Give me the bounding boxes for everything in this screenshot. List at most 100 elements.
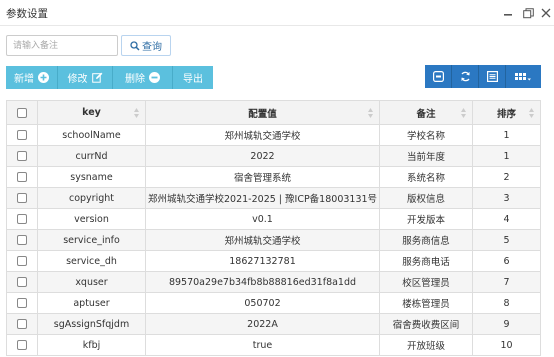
column-header-key[interactable]: key (37, 100, 146, 125)
row-checkbox[interactable] (17, 340, 27, 350)
table-row[interactable]: service_dh 18627132781 服务商电话 6 (6, 250, 541, 272)
cell-key: service_dh (37, 250, 146, 272)
edit-icon (91, 72, 103, 83)
row-select-cell (6, 250, 38, 272)
cell-sort: 1 (472, 145, 541, 167)
column-header-remark[interactable]: 备注 (379, 100, 473, 125)
sort-icon (134, 108, 139, 118)
table-toolbar (425, 65, 541, 88)
export-button-label: 导出 (183, 74, 203, 85)
select-all-cell (6, 100, 38, 125)
select-all-checkbox[interactable] (17, 107, 27, 118)
cell-value: 2022 (145, 145, 380, 167)
row-checkbox[interactable] (17, 235, 27, 245)
cell-sort: 2 (472, 166, 541, 188)
row-select-cell (6, 229, 38, 251)
row-checkbox[interactable] (17, 214, 27, 224)
cell-sort: 10 (472, 334, 541, 356)
add-button-label: 新增 (14, 74, 34, 85)
list-view-icon (486, 71, 498, 82)
row-checkbox[interactable] (17, 193, 27, 203)
row-select-cell (6, 166, 38, 188)
cell-value: 89570a29e7b34fb8b88816ed31f8a1dd (145, 271, 380, 293)
maximize-icon[interactable] (519, 3, 537, 23)
table-row[interactable]: schoolName 郑州城轨交通学校 学校名称 1 (6, 124, 541, 146)
cell-remark: 当前年度 (379, 145, 473, 167)
row-checkbox[interactable] (17, 172, 27, 182)
add-button[interactable]: 新增 (6, 66, 58, 89)
row-checkbox[interactable] (17, 277, 27, 287)
row-select-cell (6, 313, 38, 335)
cell-sort: 1 (472, 124, 541, 146)
row-checkbox[interactable] (17, 256, 27, 266)
column-header-sort[interactable]: 排序 (472, 100, 541, 125)
column-header-key-label: key (82, 107, 101, 118)
cell-remark: 宿舍费收费区间 (379, 313, 473, 335)
cell-value: 郑州城轨交通学校 (145, 124, 380, 146)
search-icon (130, 40, 140, 51)
column-header-value-label: 配置值 (248, 108, 277, 120)
sort-icon (461, 108, 466, 118)
columns-dropdown-button[interactable] (506, 65, 541, 88)
params-table: key 配置值 备注 排序 schoolName 郑州城轨交通学校 学校名称 1 (6, 100, 541, 356)
minus-icon (149, 72, 160, 83)
table-row[interactable]: service_info 郑州城轨交通学校 服务商信息 5 (6, 229, 541, 251)
cell-sort: 4 (472, 208, 541, 230)
refresh-button[interactable] (452, 65, 479, 88)
table-row[interactable]: currNd 2022 当前年度 1 (6, 145, 541, 167)
column-header-value[interactable]: 配置值 (145, 100, 380, 125)
cell-sort: 3 (472, 187, 541, 209)
row-checkbox[interactable] (17, 319, 27, 329)
cell-value: 050702 (145, 292, 380, 314)
cell-key: aptuser (37, 292, 146, 314)
cell-sort: 8 (472, 292, 541, 314)
table-row[interactable]: sgAssignSfqjdm 2022A 宿舍费收费区间 9 (6, 313, 541, 335)
table-header-row: key 配置值 备注 排序 (6, 100, 541, 125)
table-row[interactable]: sysname 宿舍管理系统 系统名称 2 (6, 166, 541, 188)
cell-key: kfbj (37, 334, 146, 356)
delete-button-label: 删除 (125, 74, 145, 85)
columns-icon (515, 71, 532, 82)
cell-value: 2022A (145, 313, 380, 335)
cell-value: true (145, 334, 380, 356)
column-header-remark-label: 备注 (416, 108, 436, 120)
toggle-view-button[interactable] (425, 65, 452, 88)
cell-key: currNd (37, 145, 146, 167)
cell-key: schoolName (37, 124, 146, 146)
export-button[interactable]: 导出 (173, 66, 213, 89)
cell-remark: 开放班级 (379, 334, 473, 356)
cell-sort: 7 (472, 271, 541, 293)
cell-key: service_info (37, 229, 146, 251)
table-row[interactable]: copyright 郑州城轨交通学校2021-2025 | 豫ICP备18003… (6, 187, 541, 209)
close-icon[interactable] (537, 3, 554, 23)
remark-search-input[interactable] (6, 35, 118, 56)
cell-key: sysname (37, 166, 146, 188)
minimize-icon[interactable] (499, 3, 517, 23)
row-checkbox[interactable] (17, 298, 27, 308)
cell-key: sgAssignSfqjdm (37, 313, 146, 335)
delete-button[interactable]: 删除 (113, 66, 173, 89)
table-row[interactable]: aptuser 050702 楼栋管理员 8 (6, 292, 541, 314)
table-row[interactable]: xquser 89570a29e7b34fb8b88816ed31f8a1dd … (6, 271, 541, 293)
cell-remark: 服务商信息 (379, 229, 473, 251)
toggle-icon (432, 71, 444, 82)
action-bar: 新增 修改 删除 导出 (6, 66, 213, 89)
cell-value: 18627132781 (145, 250, 380, 272)
row-select-cell (6, 334, 38, 356)
cell-remark: 服务商电话 (379, 250, 473, 272)
cell-remark: 楼栋管理员 (379, 292, 473, 314)
cell-key: version (37, 208, 146, 230)
cell-remark: 开发版本 (379, 208, 473, 230)
table-row[interactable]: kfbj true 开放班级 10 (6, 334, 541, 356)
column-header-sort-label: 排序 (496, 108, 516, 120)
list-view-button[interactable] (479, 65, 506, 88)
row-select-cell (6, 208, 38, 230)
cell-value: 宿舍管理系统 (145, 166, 380, 188)
table-row[interactable]: version v0.1 开发版本 4 (6, 208, 541, 230)
cell-sort: 6 (472, 250, 541, 272)
row-checkbox[interactable] (17, 151, 27, 161)
edit-button[interactable]: 修改 (58, 66, 113, 89)
cell-value: 郑州城轨交通学校2021-2025 | 豫ICP备18003131号 (145, 187, 380, 209)
row-checkbox[interactable] (17, 130, 27, 140)
search-button[interactable]: 查询 (121, 35, 171, 56)
